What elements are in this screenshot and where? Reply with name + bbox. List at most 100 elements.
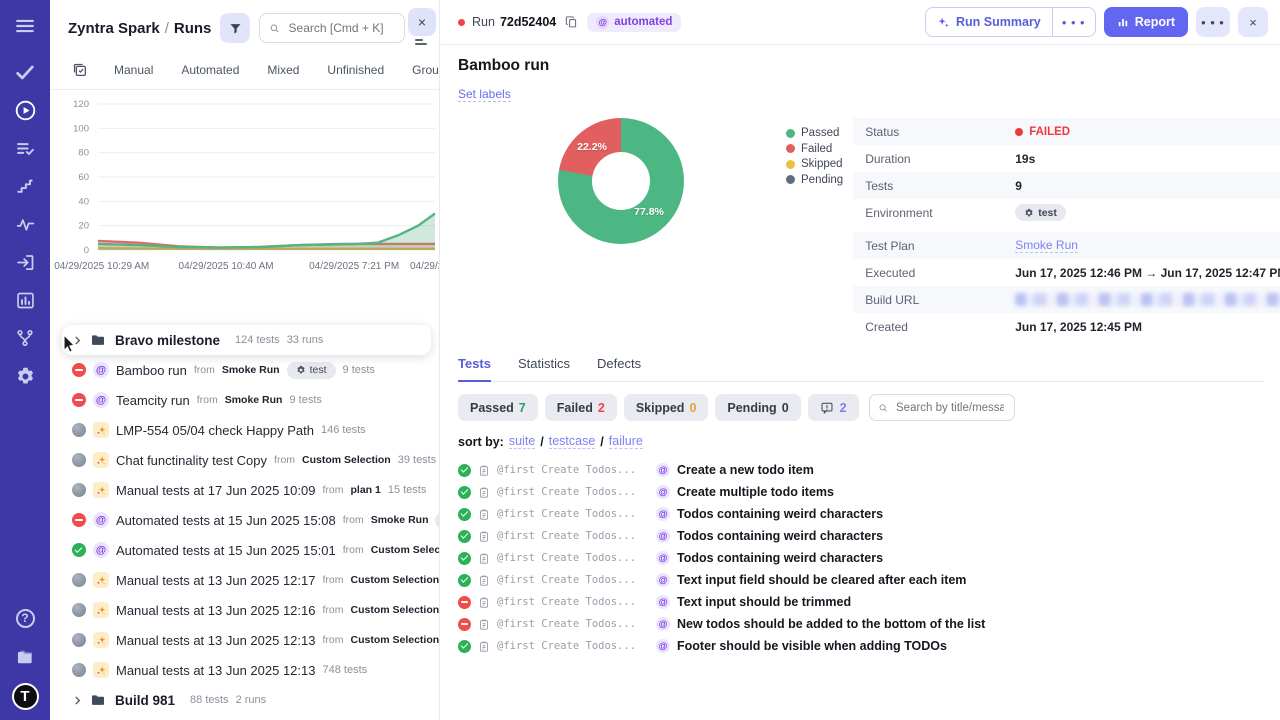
manual-run-icon xyxy=(93,452,109,468)
folder-tests-count: 124 tests xyxy=(235,334,280,346)
run-list-item[interactable]: Manual tests at 17 Jun 2025 10:09frompla… xyxy=(50,475,439,505)
tests-search-input[interactable] xyxy=(894,401,1006,415)
runs-tab-unfinished[interactable]: Unfinished xyxy=(327,63,384,77)
folder-row[interactable]: Bravo milestone124 tests33 runs xyxy=(62,325,431,355)
run-list-item[interactable]: Manual tests at 13 Jun 2025 12:17fromCus… xyxy=(50,565,439,595)
runs-tab-manual[interactable]: Manual xyxy=(114,63,153,77)
reports-chart-icon[interactable] xyxy=(12,287,38,313)
automated-test-icon: @ xyxy=(656,485,670,499)
runs-tab-groups[interactable]: Groups xyxy=(412,63,440,77)
tab-defects[interactable]: Defects xyxy=(597,356,641,381)
folder-row[interactable]: Build 98188 tests2 runs xyxy=(50,685,439,715)
test-row[interactable]: @first Create Todos...@Todos containing … xyxy=(458,525,1264,547)
copy-icon[interactable] xyxy=(565,15,578,29)
run-list-item[interactable]: Manual tests at 13 Jun 2025 12:13fromCus… xyxy=(50,625,439,655)
projects-folders-icon[interactable] xyxy=(12,644,38,670)
suites-list-check-icon[interactable] xyxy=(12,135,38,161)
menu-icon[interactable] xyxy=(12,13,38,39)
clipboard-icon xyxy=(478,574,490,587)
test-suite-path: @first Create Todos... xyxy=(497,574,649,586)
run-summary-button[interactable]: Run Summary ● ● ● xyxy=(925,7,1096,37)
milestones-steps-icon[interactable] xyxy=(12,173,38,199)
environment-badge: test xyxy=(1015,204,1066,221)
manual-run-icon xyxy=(93,422,109,438)
plan-name: Smoke Run xyxy=(225,394,283,406)
help-icon[interactable]: ? xyxy=(12,605,38,631)
test-row[interactable]: @first Create Todos...@Todos containing … xyxy=(458,503,1264,525)
runs-search[interactable] xyxy=(259,13,405,43)
tests-search[interactable] xyxy=(869,394,1015,421)
tab-statistics[interactable]: Statistics xyxy=(518,356,570,381)
clipboard-icon xyxy=(478,464,490,477)
close-panel-button[interactable]: × xyxy=(408,8,436,36)
tests-check-icon[interactable] xyxy=(12,59,38,85)
branches-icon[interactable] xyxy=(12,325,38,351)
test-row[interactable]: @first Create Todos...@Text input should… xyxy=(458,591,1264,613)
legend-item: Failed xyxy=(786,143,843,155)
run-list-item[interactable]: @Bamboo runfromSmoke Runtest9 tests xyxy=(50,355,439,385)
run-summary-more-button[interactable]: ● ● ● xyxy=(1052,8,1095,36)
report-button[interactable]: Report xyxy=(1104,7,1188,37)
finished-status-icon xyxy=(72,633,86,647)
comments-chip[interactable]: 2 xyxy=(808,394,859,421)
automated-test-icon: @ xyxy=(656,551,670,565)
filter-button[interactable] xyxy=(220,13,250,43)
test-title: Todos containing weird characters xyxy=(677,551,883,565)
settings-gear-icon[interactable] xyxy=(12,363,38,389)
test-row[interactable]: @first Create Todos...@Footer should be … xyxy=(458,635,1264,657)
run-list-item[interactable]: Manual tests at 13 Jun 2025 12:16fromCus… xyxy=(50,595,439,625)
close-run-button[interactable]: × xyxy=(1238,7,1268,37)
run-list-item[interactable]: @Automated tests at 15 Jun 2025 15:08fro… xyxy=(50,505,439,535)
detail-value: Jun 17, 2025 12:45 PM xyxy=(1015,320,1142,334)
analytics-pulse-icon[interactable] xyxy=(12,211,38,237)
filter-chip-skipped[interactable]: Skipped0 xyxy=(624,394,709,421)
environment-badge: test xyxy=(287,362,336,379)
test-row[interactable]: @first Create Todos...@Todos containing … xyxy=(458,547,1264,569)
detail-value: test xyxy=(1015,204,1066,221)
select-all-icon[interactable] xyxy=(72,62,88,78)
filter-chip-failed[interactable]: Failed2 xyxy=(545,394,617,421)
runs-play-icon[interactable] xyxy=(12,97,38,123)
run-overview: 22.2% 77.8% PassedFailedSkippedPending S… xyxy=(458,118,1264,340)
sidebar-nav xyxy=(12,13,38,389)
test-row[interactable]: @first Create Todos...@Text input field … xyxy=(458,569,1264,591)
run-list-item[interactable]: Chat functinality test CopyfromCustom Se… xyxy=(50,445,439,475)
app-logo[interactable]: T xyxy=(12,683,39,710)
run-list-item[interactable]: @Teamcity runfromSmoke Run9 tests xyxy=(50,385,439,415)
more-actions-button[interactable]: ● ● ● xyxy=(1196,7,1230,37)
svg-text:20: 20 xyxy=(78,221,89,232)
svg-text:100: 100 xyxy=(73,123,89,134)
filter-chip-pending[interactable]: Pending0 xyxy=(715,394,800,421)
runs-tab-mixed[interactable]: Mixed xyxy=(267,63,299,77)
runs-tab-automated[interactable]: Automated xyxy=(181,63,239,77)
run-list-item[interactable]: LMP-554 05/04 check Happy Path146 tests xyxy=(50,415,439,445)
import-icon[interactable] xyxy=(12,249,38,275)
sort-link-suite[interactable]: suite xyxy=(509,434,535,449)
test-row[interactable]: @first Create Todos...@New todos should … xyxy=(458,613,1264,635)
test-row[interactable]: @first Create Todos...@Create a new todo… xyxy=(458,459,1264,481)
chevron-right-icon[interactable] xyxy=(72,695,83,706)
passed-status-icon xyxy=(72,543,86,557)
run-list-item[interactable]: @Automated tests at 15 Jun 2025 15:01fro… xyxy=(50,535,439,565)
test-row[interactable]: @first Create Todos...@Create multiple t… xyxy=(458,481,1264,503)
project-name[interactable]: Zyntra Spark xyxy=(68,20,160,37)
detail-text: 19s xyxy=(1015,152,1035,166)
chevron-right-icon[interactable] xyxy=(72,335,83,346)
run-list-item[interactable]: Manual tests at 13 Jun 2025 12:13748 tes… xyxy=(50,655,439,685)
test-plan-link[interactable]: Smoke Run xyxy=(1015,238,1078,253)
clipboard-icon xyxy=(478,618,490,631)
sort-link-failure[interactable]: failure xyxy=(609,434,643,449)
runs-filter-tabs: Manual Automated Mixed Unfinished Groups xyxy=(50,52,439,89)
environment-name: test xyxy=(310,364,327,376)
filter-chip-passed[interactable]: Passed7 xyxy=(458,394,538,421)
runs-search-input[interactable] xyxy=(287,20,395,36)
runs-list: Bravo milestone124 tests33 runs@Bamboo r… xyxy=(50,325,439,715)
automated-badge[interactable]: @ automated xyxy=(587,13,681,32)
set-labels-link[interactable]: Set labels xyxy=(458,87,511,102)
folder-icon xyxy=(90,692,106,708)
partial-button[interactable] xyxy=(415,39,427,45)
test-suite-path: @first Create Todos... xyxy=(497,486,649,498)
tab-tests[interactable]: Tests xyxy=(458,356,491,382)
detail-label: Executed xyxy=(865,266,1015,280)
sort-link-testcase[interactable]: testcase xyxy=(549,434,596,449)
